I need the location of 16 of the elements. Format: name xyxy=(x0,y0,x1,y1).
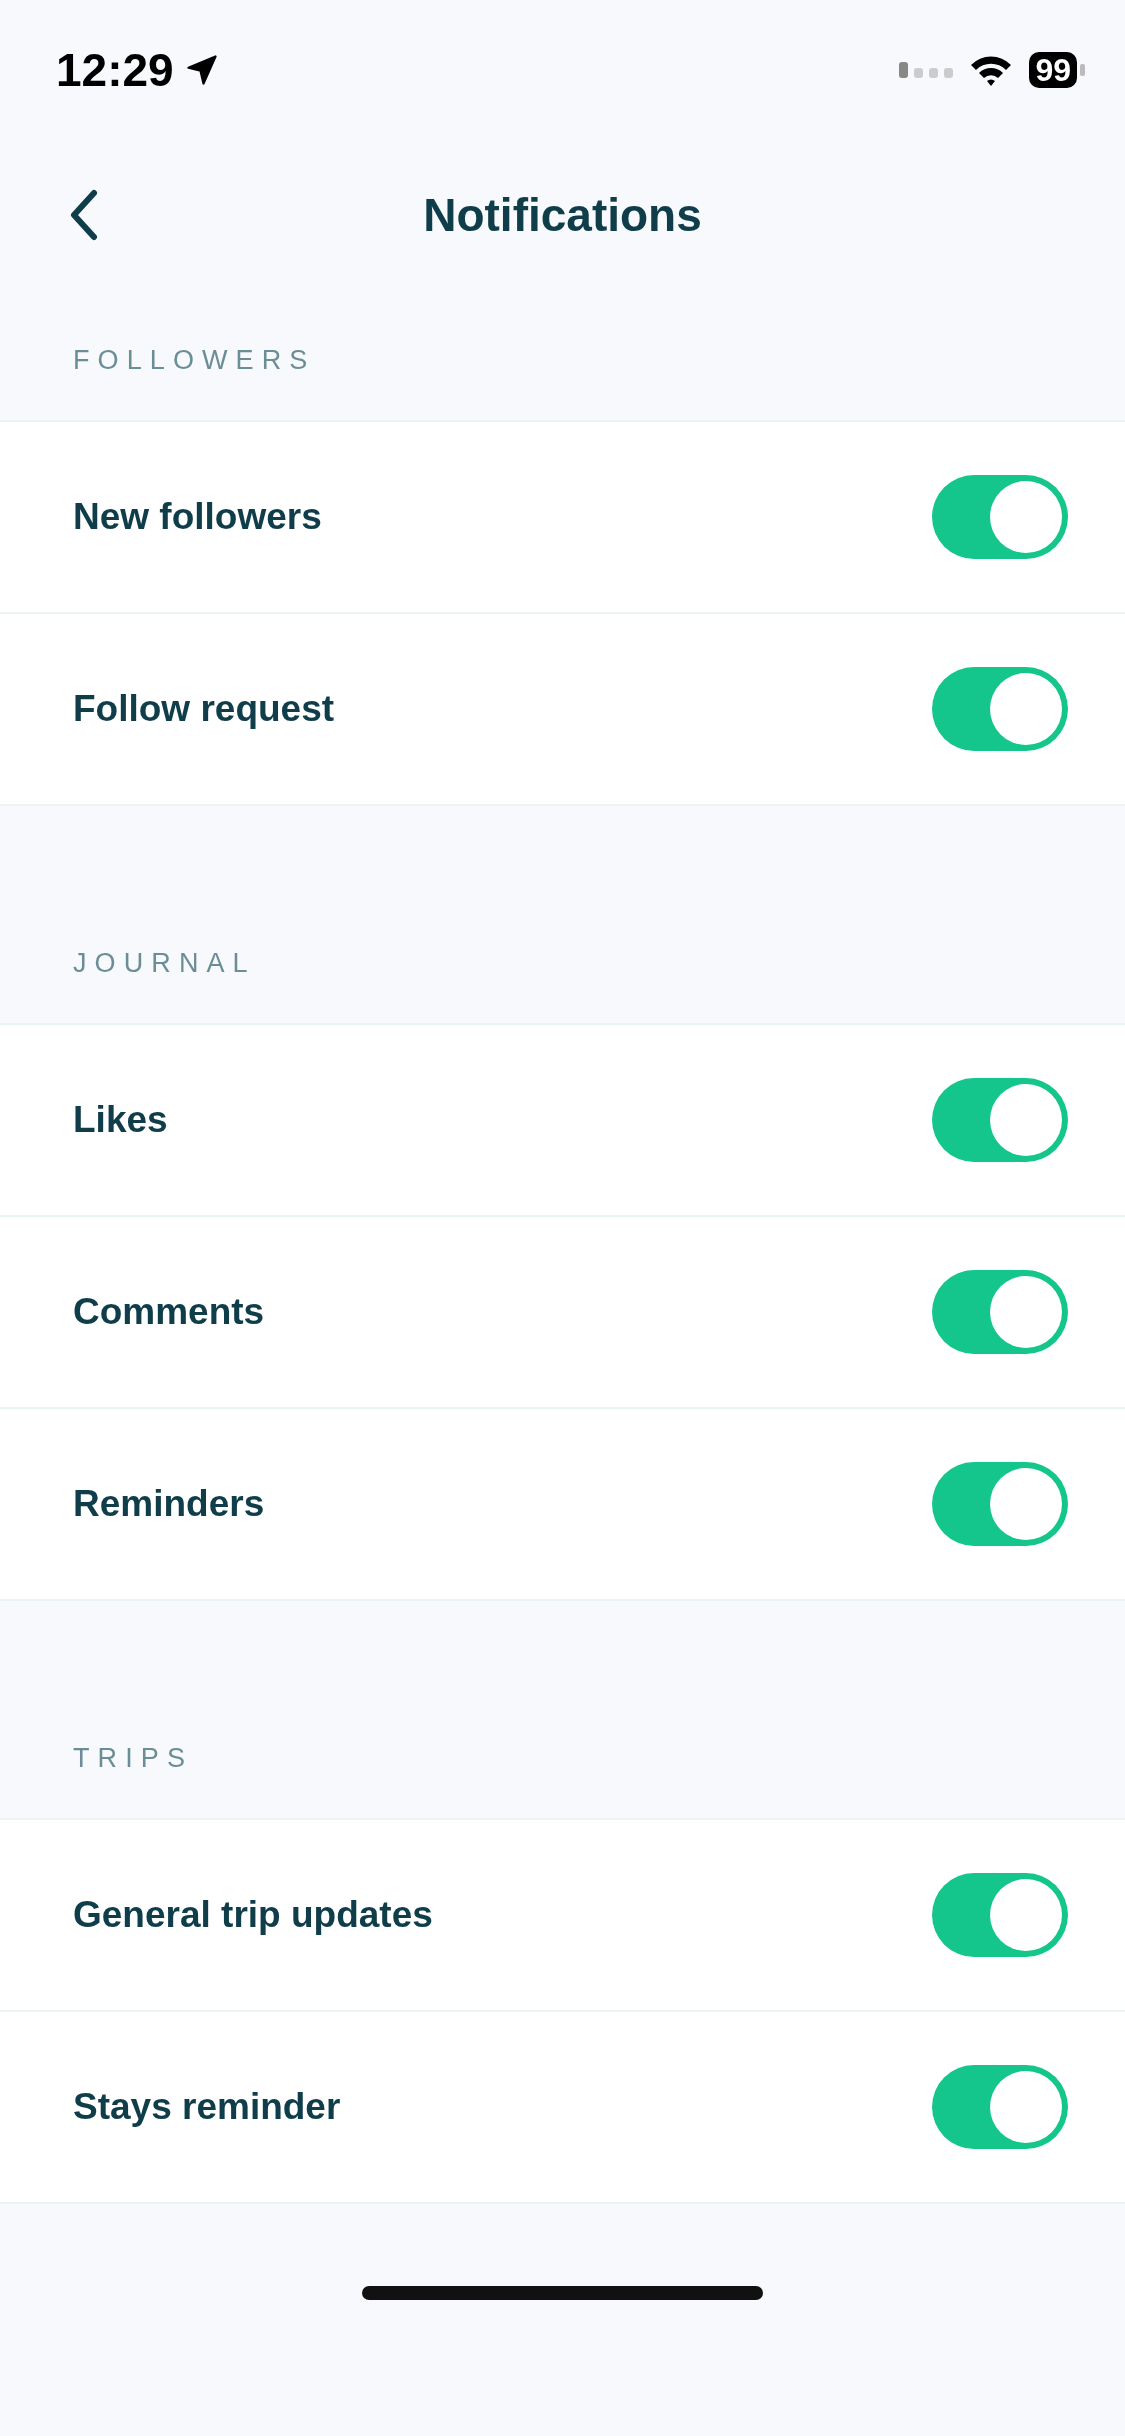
section-header: TRIPS xyxy=(73,1741,193,1775)
section-header: FOLLOWERS xyxy=(73,343,316,377)
setting-label: New followers xyxy=(73,495,322,540)
status-time: 12:29 xyxy=(56,42,174,98)
setting-label: Likes xyxy=(73,1098,168,1143)
battery-level: 99 xyxy=(1029,52,1077,88)
section-header: JOURNAL xyxy=(73,946,256,980)
setting-label: General trip updates xyxy=(73,1893,433,1938)
battery-tip-icon xyxy=(1080,64,1085,76)
setting-label: Follow request xyxy=(73,687,335,732)
setting-label: Reminders xyxy=(73,1482,265,1527)
back-icon[interactable] xyxy=(68,189,100,241)
signal-icon xyxy=(899,60,954,80)
setting-label: Stays reminder xyxy=(73,2085,341,2130)
page-title: Notifications xyxy=(423,187,702,243)
setting-label: Comments xyxy=(73,1290,265,1335)
